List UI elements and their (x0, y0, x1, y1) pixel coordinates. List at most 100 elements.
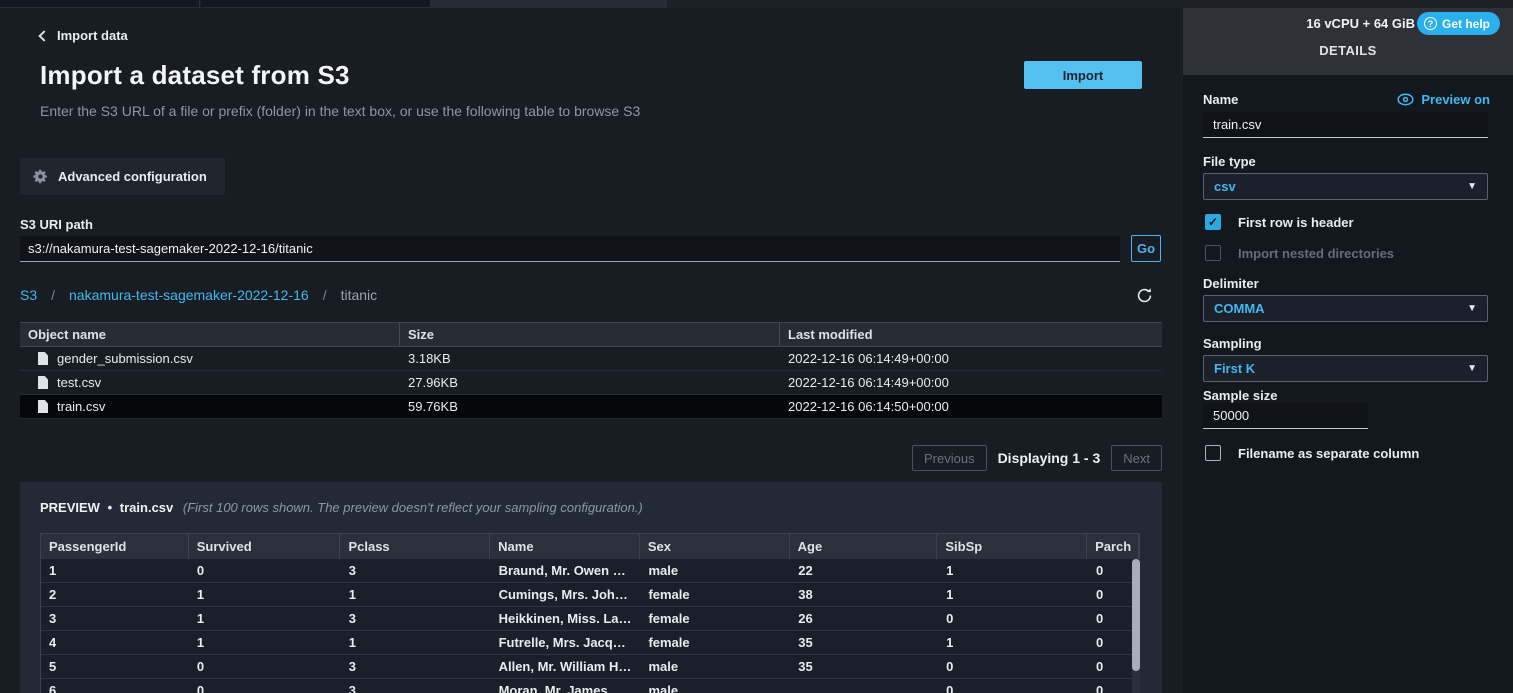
delimiter-select[interactable]: COMMA ▼ (1203, 295, 1488, 322)
preview-column-header-sibsp: SibSp (937, 534, 1087, 559)
import-button[interactable]: Import (1024, 61, 1142, 89)
tab-segment[interactable] (0, 0, 200, 8)
preview-row: 103Braund, Mr. Owen Harrismale2210 (41, 559, 1140, 583)
preview-scrollbar[interactable] (1132, 559, 1140, 693)
preview-row: 211Cumings, Mrs. John Bra…female3810 (41, 583, 1140, 607)
preview-file-name: train.csv (120, 500, 173, 515)
question-icon: ? (1424, 17, 1437, 30)
chevron-down-icon: ▼ (1467, 303, 1477, 314)
preview-cell: male (640, 559, 790, 582)
tab-segment[interactable] (201, 0, 430, 8)
top-tab-strip (0, 0, 1513, 8)
bullet-separator: • (108, 500, 113, 515)
filename-separate-column-checkbox[interactable]: Filename as separate column (1205, 445, 1419, 461)
sampling-value: First K (1214, 361, 1255, 376)
column-header-object-name: Object name (20, 323, 400, 346)
preview-cell: 2 (41, 583, 189, 606)
tab-segment-active[interactable] (430, 0, 667, 8)
details-sidebar: 16 vCPU + 64 GiB ? Get help DETAILS Name… (1183, 8, 1513, 693)
preview-table-body: 103Braund, Mr. Owen Harrismale2210211Cum… (40, 559, 1140, 693)
first-row-header-checkbox[interactable]: ✓ First row is header (1205, 214, 1354, 230)
preview-cell: 1 (189, 631, 341, 654)
sampling-select[interactable]: First K ▼ (1203, 355, 1488, 382)
preview-cell: 1 (938, 583, 1088, 606)
preview-cell: female (640, 631, 790, 654)
preview-cell: 1 (341, 583, 491, 606)
preview-cell: 0 (938, 607, 1088, 630)
filename-separate-column-label: Filename as separate column (1238, 446, 1419, 461)
object-name: test.csv (57, 375, 101, 390)
instance-resources-label: 16 vCPU + 64 GiB (1306, 16, 1415, 31)
preview-cell: 3 (341, 679, 491, 693)
page-title: Import a dataset from S3 (40, 60, 350, 91)
object-row[interactable]: train.csv59.76KB2022-12-16 06:14:50+00:0… (20, 395, 1162, 419)
s3-uri-label: S3 URI path (20, 217, 93, 232)
file-type-select[interactable]: csv ▼ (1203, 173, 1488, 200)
chevron-left-icon (38, 30, 49, 41)
preview-cell: 0 (938, 679, 1088, 693)
preview-scrollbar-thumb[interactable] (1132, 559, 1140, 671)
chevron-down-icon: ▼ (1467, 363, 1477, 374)
file-type-value: csv (1214, 179, 1236, 194)
preview-cell: 0 (938, 655, 1088, 678)
gear-icon (32, 168, 49, 185)
preview-cell: 3 (341, 607, 491, 630)
breadcrumb-bucket[interactable]: nakamura-test-sagemaker-2022-12-16 (69, 287, 309, 303)
sampling-label: Sampling (1203, 336, 1262, 351)
preview-cell: 22 (790, 559, 938, 582)
breadcrumb-separator: / (51, 287, 55, 303)
s3-uri-input[interactable] (20, 236, 1120, 262)
breadcrumb-current: titanic (341, 287, 378, 303)
preview-title: PREVIEW (40, 500, 100, 515)
dataset-name-input[interactable] (1203, 112, 1488, 138)
preview-cell: 0 (189, 679, 341, 693)
sample-size-input[interactable] (1203, 403, 1368, 429)
object-name-cell: train.csv (20, 395, 400, 418)
preview-table: PassengerIdSurvivedPclassNameSexAgeSibSp… (40, 533, 1140, 693)
eye-icon (1397, 93, 1414, 106)
preview-toggle[interactable]: Preview on (1397, 92, 1490, 107)
file-icon (38, 352, 48, 365)
advanced-configuration-button[interactable]: Advanced configuration (20, 158, 225, 195)
breadcrumb-s3[interactable]: S3 (20, 287, 37, 303)
object-row[interactable]: test.csv27.96KB2022-12-16 06:14:49+00:00 (20, 371, 1162, 395)
refresh-button[interactable] (1136, 285, 1156, 305)
preview-column-header-pclass: Pclass (340, 534, 490, 559)
object-name-cell: test.csv (20, 371, 400, 394)
import-nested-directories-checkbox[interactable]: Import nested directories (1205, 245, 1394, 261)
object-name: gender_submission.csv (57, 351, 193, 366)
column-header-last-modified: Last modified (780, 323, 1162, 346)
column-header-size: Size (400, 323, 780, 346)
checkbox-unchecked-icon (1205, 245, 1221, 261)
object-name-cell: gender_submission.csv (20, 347, 400, 370)
preview-row: 313Heikkinen, Miss. Lainafemale2600 (41, 607, 1140, 631)
preview-cell: 0 (189, 655, 341, 678)
file-icon (38, 376, 48, 389)
preview-cell: 26 (790, 607, 938, 630)
preview-cell: Moran, Mr. James (491, 679, 641, 693)
pagination-status: Displaying 1 - 3 (998, 450, 1101, 466)
get-help-button[interactable]: ? Get help (1417, 12, 1500, 35)
preview-cell: male (640, 679, 790, 693)
preview-row: 603Moran, Mr. Jamesmale00 (41, 679, 1140, 693)
breadcrumb: S3 / nakamura-test-sagemaker-2022-12-16 … (20, 287, 377, 303)
preview-row: 411Futrelle, Mrs. Jacques H…female3510 (41, 631, 1140, 655)
first-row-header-label: First row is header (1238, 215, 1354, 230)
checkbox-unchecked-icon (1205, 445, 1221, 461)
preview-cell: 1 (189, 583, 341, 606)
next-page-button[interactable]: Next (1111, 445, 1162, 471)
preview-cell: 35 (790, 631, 938, 654)
sidebar-header: 16 vCPU + 64 GiB ? Get help DETAILS (1183, 8, 1513, 75)
go-button[interactable]: Go (1131, 235, 1161, 262)
preview-cell: 3 (341, 559, 491, 582)
object-row[interactable]: gender_submission.csv3.18KB2022-12-16 06… (20, 347, 1162, 371)
objects-table-body: gender_submission.csv3.18KB2022-12-16 06… (20, 347, 1162, 419)
object-modified-cell: 2022-12-16 06:14:49+00:00 (780, 347, 1162, 370)
previous-page-button[interactable]: Previous (912, 445, 987, 471)
preview-panel: PREVIEW • train.csv (First 100 rows show… (20, 482, 1162, 693)
back-link[interactable]: Import data (40, 28, 128, 43)
sample-size-label: Sample size (1203, 388, 1277, 403)
preview-note: (First 100 rows shown. The preview doesn… (183, 500, 643, 515)
preview-cell: Heikkinen, Miss. Laina (491, 607, 641, 630)
preview-cell (790, 679, 938, 693)
